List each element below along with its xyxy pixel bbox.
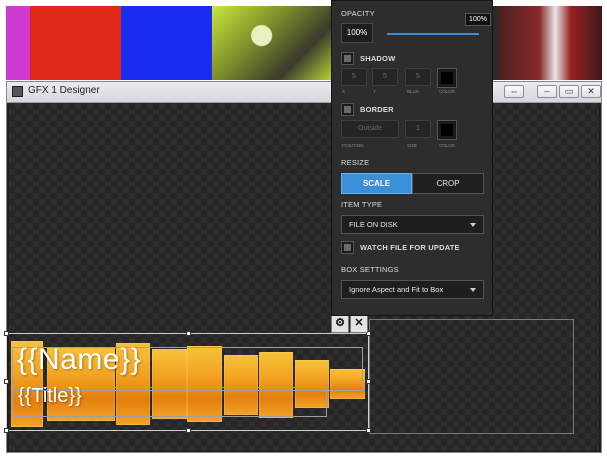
border-label: BORDER <box>360 105 394 114</box>
resize-handle[interactable] <box>366 428 371 433</box>
shadow-color-caption: COLOR <box>439 89 456 94</box>
close-icon: ✕ <box>354 317 364 329</box>
video-preview <box>6 6 602 80</box>
selection-outline <box>6 333 369 431</box>
color-bar-magenta <box>6 6 30 80</box>
shadow-y-caption: Y <box>373 89 377 94</box>
color-bar-red <box>30 6 121 80</box>
border-checkbox[interactable] <box>341 103 354 116</box>
resize-handle[interactable] <box>4 379 9 384</box>
box-settings-value: Ignore Aspect and Fit to Box <box>349 285 444 294</box>
shadow-blur-input[interactable]: 5 <box>405 68 431 86</box>
resize-handle[interactable] <box>4 331 9 336</box>
minimize-button[interactable]: – <box>537 85 557 98</box>
swap-button[interactable]: ⇔ <box>504 85 524 98</box>
shadow-checkbox[interactable] <box>341 52 354 65</box>
color-bar-blue <box>121 6 212 80</box>
border-size-input[interactable]: 1 <box>405 120 431 138</box>
watch-file-checkbox[interactable] <box>341 241 354 254</box>
shadow-label: SHADOW <box>360 54 396 63</box>
border-size-caption: SIZE <box>407 143 418 148</box>
resize-handle[interactable] <box>4 428 9 433</box>
resize-label: RESIZE <box>341 158 370 167</box>
resize-handle[interactable] <box>366 379 371 384</box>
item-type-select[interactable]: FILE ON DISK <box>341 215 484 234</box>
shadow-x-caption: X <box>342 89 346 94</box>
resize-handle[interactable] <box>186 331 191 336</box>
chevron-down-icon <box>470 223 476 227</box>
border-position-input[interactable]: Outside <box>341 120 399 138</box>
close-window-button[interactable]: ✕ <box>581 85 601 98</box>
window-title: GFX 1 Designer <box>28 85 100 96</box>
opacity-input[interactable]: 100% <box>341 23 373 43</box>
gear-icon: ⚙ <box>335 317 345 329</box>
empty-layer-box[interactable] <box>369 319 574 434</box>
app-icon <box>12 86 23 97</box>
resize-crop-button[interactable]: CROP <box>412 173 484 194</box>
item-type-label: ITEM TYPE <box>341 200 383 209</box>
shadow-color-swatch[interactable] <box>437 68 457 88</box>
opacity-slider-tooltip: 100% <box>465 13 491 26</box>
video-scene-left <box>212 6 336 80</box>
remove-button[interactable]: ✕ <box>350 315 368 333</box>
item-type-value: FILE ON DISK <box>349 220 398 229</box>
border-color-swatch[interactable] <box>437 120 457 140</box>
chevron-down-icon <box>470 288 476 292</box>
box-settings-select[interactable]: Ignore Aspect and Fit to Box <box>341 280 484 299</box>
properties-panel: OPACITY 100% 100% SHADOW 5 5 5 X Y BLUR … <box>331 0 493 316</box>
window-titlebar[interactable]: GFX 1 Designer ⇔ – ▭ ✕ <box>7 82 601 103</box>
opacity-label: OPACITY <box>341 9 375 18</box>
resize-scale-button[interactable]: SCALE <box>341 173 412 194</box>
settings-button[interactable]: ⚙ <box>331 315 349 333</box>
border-position-caption: POSITION <box>342 143 364 148</box>
border-color-caption: COLOR <box>439 143 456 148</box>
video-scene-right <box>498 6 602 80</box>
lower-third-graphic[interactable]: {{Name}} {{Title}} <box>4 331 371 433</box>
resize-handle[interactable] <box>186 428 191 433</box>
shadow-y-input[interactable]: 5 <box>372 68 398 86</box>
shadow-blur-caption: BLUR <box>407 89 420 94</box>
watch-file-label: WATCH FILE FOR UPDATE <box>360 243 460 252</box>
maximize-button[interactable]: ▭ <box>559 85 579 98</box>
opacity-slider[interactable] <box>387 33 479 35</box>
shadow-x-input[interactable]: 5 <box>341 68 367 86</box>
box-settings-label: BOX SETTINGS <box>341 265 399 274</box>
